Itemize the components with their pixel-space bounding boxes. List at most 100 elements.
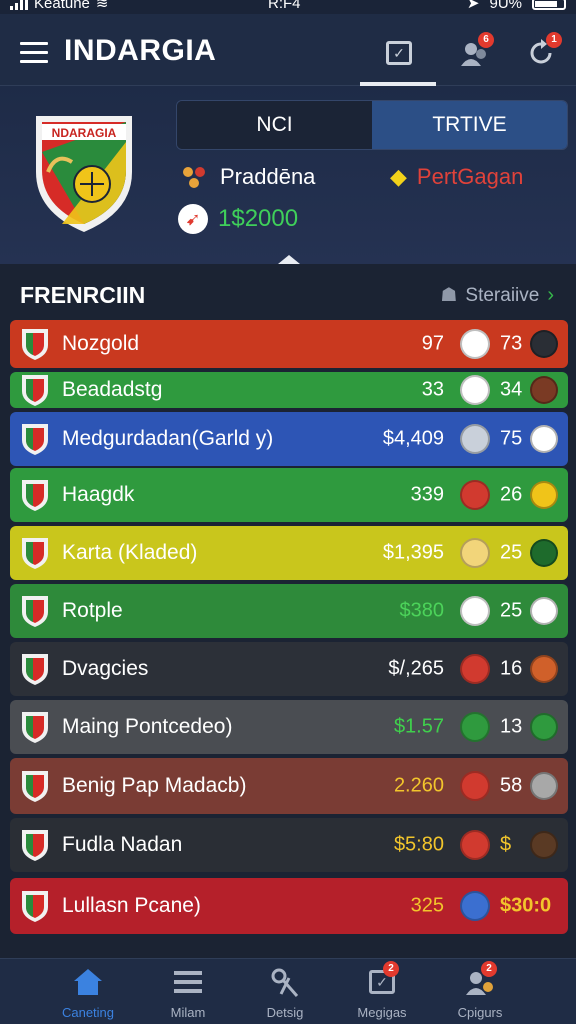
bottom-navigation: Caneting Milam Detsig ✓ 2 Megigas 2 Cpig…: [0, 958, 576, 1024]
messages-badge: 2: [383, 961, 399, 977]
row-stat: $30:0: [500, 894, 552, 917]
groups-badge: 2: [481, 961, 497, 977]
row-stat: 25: [500, 599, 523, 622]
row-name: Beadadstg: [62, 378, 163, 401]
club-badge-icon: [460, 596, 490, 626]
row-name: Rotple: [62, 599, 123, 622]
row-stat: 73: [500, 332, 523, 355]
club-badge-icon: [460, 329, 490, 359]
community-button[interactable]: 6: [458, 32, 494, 70]
signal-icon: [10, 0, 28, 10]
club-badge-icon: [460, 480, 490, 510]
app-header: INDARGIA ✓ 6 1: [0, 14, 576, 86]
person-icon: ☗: [440, 285, 458, 306]
tab-nci[interactable]: NCI: [177, 101, 372, 149]
alert-badge: 1: [546, 32, 562, 48]
row-stat: 16: [500, 657, 523, 680]
nav-messages[interactable]: ✓ 2 Megigas: [327, 961, 437, 1020]
row-value: 325: [410, 894, 444, 917]
list-row[interactable]: Haagdk 339 26: [10, 468, 568, 522]
chevron-right-icon: ›: [547, 284, 554, 306]
team-flag-icon: [22, 830, 48, 861]
nav-groups-label: Cpigurs: [457, 1005, 503, 1020]
nav-list-label: Milam: [170, 1005, 206, 1020]
battery-icon: [532, 0, 566, 10]
nav-list[interactable]: Milam: [133, 965, 243, 1020]
team-flag-icon: [22, 424, 48, 455]
diamond-icon: ◆: [390, 164, 407, 189]
location-icon: ➤: [466, 0, 480, 12]
wifi-icon: ≋: [95, 0, 109, 12]
row-name: Haagdk: [62, 483, 135, 506]
home-icon: [74, 969, 102, 995]
list-row[interactable]: Maing Pontcedeo) $1.57 13: [10, 700, 568, 754]
row-value: $4,409: [382, 427, 444, 450]
ranking-list: FRENRCIIN ☗ Steraiive › Nozgold 97 73 Beada…: [0, 264, 576, 964]
list-icon: [174, 971, 202, 993]
scissors-icon: [271, 968, 299, 997]
row-name: Medgurdadan(Garld y): [62, 427, 274, 450]
list-row[interactable]: Karta (Kladed) $1,395 25: [10, 526, 568, 580]
notification-badge: 6: [478, 32, 494, 48]
row-value: $1.57: [393, 715, 444, 738]
nav-design[interactable]: Detsig: [230, 965, 340, 1020]
club-badge-icon: [460, 712, 490, 742]
row-stat: 13: [500, 715, 523, 738]
team-flag-icon: [22, 654, 48, 685]
list-row[interactable]: Lullasn Pcane) 325 $30:0: [10, 878, 568, 934]
team-flag-icon: [22, 712, 48, 743]
row-value: 33: [421, 378, 444, 401]
nav-groups[interactable]: 2 Cpigurs: [425, 961, 535, 1020]
player-info: Praddēna: [180, 164, 315, 190]
row-stat: 75: [500, 427, 523, 450]
nav-home-label: Caneting: [61, 1005, 115, 1020]
list-row[interactable]: Fudla Nadan $5:80 $: [10, 818, 568, 872]
club-badge-icon: [460, 654, 490, 684]
player-label: Praddēna: [220, 164, 316, 189]
list-row[interactable]: Nozgold 97 73: [10, 320, 568, 368]
player-avatar: [530, 713, 558, 741]
list-row[interactable]: Rotple $380 25: [10, 584, 568, 638]
section-title: FRENRCIIN: [20, 282, 146, 308]
calendar-button[interactable]: ✓: [382, 36, 416, 70]
nav-messages-label: Megigas: [357, 1005, 407, 1020]
player-avatar: [530, 597, 558, 625]
rival-label: PertGagan: [416, 164, 524, 189]
player-avatar: [530, 425, 558, 453]
row-value: $380: [399, 599, 445, 622]
list-row[interactable]: Medgurdadan(Garld y) $4,409 75: [10, 412, 568, 466]
row-name: Dvagcies: [62, 657, 149, 680]
list-row[interactable]: Dvagcies $/,265 16: [10, 642, 568, 696]
battery-percent: 9U%: [489, 0, 522, 12]
refresh-button[interactable]: 1: [524, 32, 562, 70]
row-value: 2.260: [393, 774, 444, 797]
calendar-icon: ✓: [386, 41, 412, 65]
row-value: $/,265: [388, 657, 444, 680]
boost-icon: ➹: [178, 204, 208, 234]
hero-caret-icon: [278, 255, 300, 264]
app-title: INDARGIA: [64, 34, 217, 67]
nav-home[interactable]: Caneting: [33, 965, 143, 1020]
see-all-label: Steraiive: [465, 284, 540, 306]
row-value: $1,395: [382, 541, 444, 564]
hamburger-menu-icon[interactable]: [20, 42, 48, 64]
carrier-label: Keatune: [34, 0, 90, 12]
list-row[interactable]: Benig Pap Madacb) 2.260 58: [10, 758, 568, 814]
row-stat: 58: [500, 774, 523, 797]
crest-text: NDARAGIA: [52, 126, 117, 140]
see-all-link[interactable]: ☗ Steraiive ›: [440, 284, 554, 307]
club-badge-icon: [460, 375, 490, 405]
club-badge-icon: [460, 891, 490, 921]
row-value: 339: [410, 483, 444, 506]
club-badge-icon: [460, 771, 490, 801]
club-badge-icon: [460, 830, 490, 860]
tab-trtive[interactable]: TRTIVE: [372, 101, 567, 149]
nav-design-label: Detsig: [266, 1005, 304, 1020]
team-flag-icon: [22, 596, 48, 627]
list-row[interactable]: Beadadstg 33 34: [10, 372, 568, 408]
row-value: $5:80: [393, 833, 444, 856]
row-stat: 25: [500, 541, 523, 564]
row-name: Benig Pap Madacb): [62, 774, 247, 797]
player-avatar: [530, 539, 558, 567]
team-flag-icon: [22, 771, 48, 802]
